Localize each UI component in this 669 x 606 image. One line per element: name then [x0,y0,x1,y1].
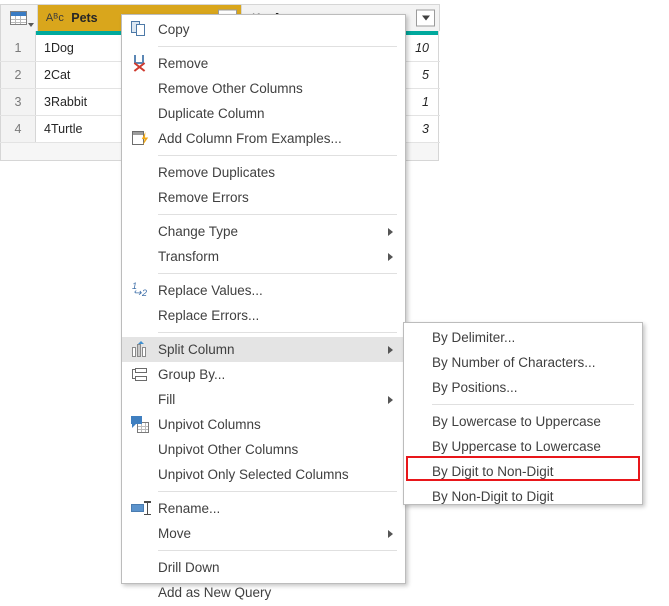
chevron-right-icon [388,252,393,261]
submenu-item-by-positions[interactable]: By Positions... [404,375,642,400]
menu-separator [158,491,397,492]
split-column-icon [131,341,149,358]
menu-item-group-by[interactable]: Group By... [122,362,405,387]
menu-item-label: Remove Duplicates [158,165,276,180]
menu-item-remove-duplicates[interactable]: Remove Duplicates [122,160,405,185]
submenu-item-by-number-of-characters[interactable]: By Number of Characters... [404,350,642,375]
menu-icon-slot [122,341,158,358]
menu-item-label: By Delimiter... [432,330,516,345]
menu-item-label: Move [158,526,192,541]
menu-item-copy[interactable]: Copy [122,17,405,42]
menu-separator [158,273,397,274]
menu-item-label: Remove Other Columns [158,81,303,96]
menu-item-label: Rename... [158,501,221,516]
filter-dropdown-age[interactable] [416,9,435,27]
menu-item-fill[interactable]: Fill [122,387,405,412]
chevron-down-icon [27,23,34,27]
row-number: 2 [0,62,36,88]
submenu-item-by-delimiter[interactable]: By Delimiter... [404,325,642,350]
menu-item-label: Unpivot Other Columns [158,442,299,457]
menu-separator [158,214,397,215]
menu-item-label: By Number of Characters... [432,355,596,370]
menu-item-label: Remove [158,56,209,71]
menu-item-label: By Lowercase to Uppercase [432,414,601,429]
menu-icon-slot [122,416,158,433]
chevron-right-icon [388,345,393,354]
chevron-down-icon [421,15,430,21]
menu-item-unpivot-other-columns[interactable]: Unpivot Other Columns [122,437,405,462]
menu-item-label: By Non-Digit to Digit [432,489,554,504]
menu-item-remove-other-columns[interactable]: Remove Other Columns [122,76,405,101]
menu-separator [158,550,397,551]
copy-icon [131,21,149,38]
menu-icon-slot [122,500,158,517]
submenu-item-by-uppercase-to-lowercase[interactable]: By Uppercase to Lowercase [404,434,642,459]
menu-icon-slot [122,55,158,72]
menu-separator [158,155,397,156]
menu-item-label: Add as New Query [158,585,272,600]
text-type-icon: Aᴮᴄ [45,12,65,24]
menu-item-label: Remove Errors [158,190,249,205]
menu-item-add-column-from-examples[interactable]: Add Column From Examples... [122,126,405,151]
menu-item-label: Change Type [158,224,239,239]
menu-item-label: Split Column [158,342,235,357]
menu-item-label: Group By... [158,367,226,382]
menu-item-unpivot-only-selected-columns[interactable]: Unpivot Only Selected Columns [122,462,405,487]
submenu-item-by-lowercase-to-uppercase[interactable]: By Lowercase to Uppercase [404,409,642,434]
grid-corner-button[interactable] [0,5,38,31]
rename-icon [131,500,150,517]
menu-icon-slot: 1 ↪ 2 [122,282,158,299]
menu-item-transform[interactable]: Transform [122,244,405,269]
menu-icon-slot [122,21,158,38]
add-column-from-examples-icon [131,130,149,147]
column-context-menu[interactable]: Copy Remove Remove Other Columns Duplica… [121,14,406,600]
menu-item-remove[interactable]: Remove [122,51,405,76]
menu-item-change-type[interactable]: Change Type [122,219,405,244]
column-header-label: Pets [71,11,98,25]
table-grid-icon [10,11,28,25]
unpivot-icon [131,416,149,433]
group-by-icon [131,366,149,383]
menu-item-move[interactable]: Move [122,521,405,546]
menu-item-label: By Digit to Non-Digit [432,464,554,479]
menu-item-label: Drill Down [158,560,220,575]
submenu-item-by-non-digit-to-digit[interactable]: By Non-Digit to Digit [404,484,642,509]
menu-icon-slot [122,130,158,147]
menu-separator [432,404,634,405]
menu-icon-slot [122,366,158,383]
menu-item-add-as-new-query[interactable]: Add as New Query [122,580,405,605]
chevron-right-icon [388,395,393,404]
menu-item-label: Replace Values... [158,283,263,298]
menu-item-remove-errors[interactable]: Remove Errors [122,185,405,210]
menu-item-label: Transform [158,249,220,264]
menu-item-label: Fill [158,392,176,407]
menu-item-label: Replace Errors... [158,308,260,323]
menu-item-drill-down[interactable]: Drill Down [122,555,405,580]
menu-item-label: Copy [158,22,190,37]
menu-item-duplicate-column[interactable]: Duplicate Column [122,101,405,126]
chevron-right-icon [388,227,393,236]
menu-item-split-column[interactable]: Split Column [122,337,405,362]
remove-column-icon [131,55,149,72]
menu-item-label: Duplicate Column [158,106,265,121]
menu-item-replace-values[interactable]: 1 ↪ 2 Replace Values... [122,278,405,303]
submenu-item-by-digit-to-non-digit[interactable]: By Digit to Non-Digit [404,459,642,484]
menu-item-replace-errors[interactable]: Replace Errors... [122,303,405,328]
menu-separator [158,332,397,333]
menu-item-label: Unpivot Columns [158,417,261,432]
split-column-submenu[interactable]: By Delimiter... By Number of Characters.… [403,322,643,505]
replace-values-icon: 1 ↪ 2 [132,281,148,299]
row-number: 3 [0,89,36,115]
menu-separator [158,46,397,47]
menu-item-label: Add Column From Examples... [158,131,342,146]
menu-item-label: By Positions... [432,380,518,395]
chevron-right-icon [388,529,393,538]
menu-item-rename[interactable]: Rename... [122,496,405,521]
row-number: 1 [0,35,36,61]
row-number: 4 [0,116,36,142]
menu-item-label: By Uppercase to Lowercase [432,439,601,454]
menu-item-unpivot-columns[interactable]: Unpivot Columns [122,412,405,437]
menu-item-label: Unpivot Only Selected Columns [158,467,349,482]
